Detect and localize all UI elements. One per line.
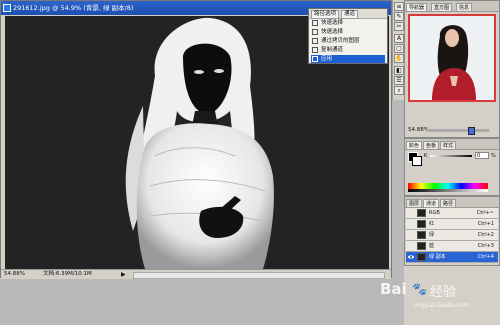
channel-name: 蓝 <box>429 243 435 249</box>
tool-button-4[interactable]: ▢ <box>394 44 404 53</box>
tool-button-6[interactable]: ◧ <box>394 66 404 75</box>
context-item-label: 快速选择 <box>321 29 344 35</box>
doc-info[interactable]: 文档:6.39M/10.1M <box>43 270 92 279</box>
context-item-label: 复制通道 <box>321 47 344 53</box>
apply-icon <box>312 56 318 62</box>
navigator-thumbnail[interactable] <box>408 14 496 102</box>
background-color-swatch[interactable] <box>412 156 422 166</box>
channel-row-red[interactable]: 红 Ctrl+1 <box>406 219 498 230</box>
context-item-apply[interactable]: 应用 <box>311 55 385 63</box>
tool-button-2[interactable]: ✂ <box>394 22 404 31</box>
channel-shortcut: Ctrl+2 <box>477 232 494 238</box>
layer-icon <box>312 38 318 44</box>
context-item-duplicate-channel[interactable]: 复制通道 <box>311 46 385 54</box>
color-unit: % <box>491 153 496 159</box>
context-item-label: 快速选择 <box>321 20 344 26</box>
watermark-brand: Bai <box>380 280 407 298</box>
color-panel: 颜色 色板 样式 K 0 % <box>404 138 500 196</box>
channels-tabs: 图层 通道 路径 <box>405 197 499 208</box>
tool-button-1[interactable]: ✎ <box>394 12 404 21</box>
visibility-eye-icon[interactable] <box>408 254 414 260</box>
photoshop-doc-icon <box>3 4 11 12</box>
color-tabs: 颜色 色板 样式 <box>405 139 499 150</box>
channel-row-rgb[interactable]: RGB Ctrl+~ <box>406 208 498 219</box>
right-panel-dock: 导航器 直方图 信息 54.88% 颜色 色板 样式 K 0 % 图层 通道 路… <box>404 0 500 325</box>
tool-button-8[interactable]: ⌕ <box>394 86 404 95</box>
channel-shortcut: Ctrl+3 <box>477 243 494 249</box>
channel-thumbnail <box>417 220 426 228</box>
watermark-suffix: 经验 <box>430 285 457 300</box>
wand-icon <box>312 29 318 35</box>
visibility-eye-icon[interactable] <box>408 210 414 216</box>
tab-paths[interactable]: 路径 <box>440 199 457 207</box>
visibility-eye-icon[interactable] <box>408 243 414 249</box>
navigator-zoom-slider[interactable] <box>427 129 489 132</box>
tab-layers[interactable]: 图层 <box>406 199 423 207</box>
channels-panel: 图层 通道 路径 RGB Ctrl+~ 红 Ctrl+1 绿 Ctrl+2 蓝 … <box>404 196 500 266</box>
color-channel-label: K <box>424 153 428 159</box>
navigator-slider-knob[interactable] <box>468 127 475 135</box>
tab-styles[interactable]: 样式 <box>440 141 457 149</box>
context-menu-header: 路径选项 通道 <box>309 9 387 19</box>
channel-row-blue[interactable]: 蓝 Ctrl+3 <box>406 241 498 252</box>
context-menu: 路径选项 通道 快速选择 快速选择 通过拷贝的图层 复制通道 应用 <box>308 8 388 64</box>
navigator-panel: 导航器 直方图 信息 54.88% <box>404 0 500 138</box>
tab-info[interactable]: 信息 <box>456 3 473 11</box>
color-value-field[interactable]: 0 <box>475 152 489 159</box>
tool-button-5[interactable]: ✋ <box>394 54 404 63</box>
tab-channels[interactable]: 通道 <box>423 199 440 207</box>
context-tab-1[interactable]: 通道 <box>341 10 359 19</box>
tool-button-0[interactable]: ≡ <box>394 2 404 11</box>
navigator-zoom-value[interactable]: 54.88% <box>408 127 429 133</box>
paw-icon: 🐾 <box>412 282 427 296</box>
channel-thumbnail <box>417 253 426 261</box>
document-title: 291612.jpg @ 54.9% (背景, 绿 副本/8) <box>13 4 134 12</box>
channel-icon <box>312 47 318 53</box>
tool-button-7[interactable]: ☰ <box>394 76 404 85</box>
visibility-eye-icon[interactable] <box>408 232 414 238</box>
tab-swatches[interactable]: 色板 <box>423 141 440 149</box>
tab-color[interactable]: 颜色 <box>406 141 423 149</box>
baidu-jingyan-watermark: Bai 🐾 经验 jingyan.baidu.com <box>378 280 500 312</box>
channel-thumbnail <box>417 242 426 250</box>
visibility-eye-icon[interactable] <box>408 221 414 227</box>
channel-shortcut: Ctrl+1 <box>477 221 494 227</box>
color-channel-slider[interactable] <box>430 155 472 157</box>
context-item-label: 通过拷贝的图层 <box>321 38 360 44</box>
wand-icon <box>312 20 318 26</box>
info-menu-arrow[interactable]: ▶ <box>121 270 126 279</box>
channel-shortcut: Ctrl+~ <box>476 210 494 216</box>
navigator-tabs: 导航器 直方图 信息 <box>405 1 499 12</box>
channel-name: 红 <box>429 221 435 227</box>
zoom-field[interactable]: 54.88% <box>4 270 25 279</box>
context-item-copy-layer[interactable]: 通过拷贝的图层 <box>311 37 385 45</box>
channel-name: 绿 副本 <box>429 254 446 260</box>
portrait-thumbnail <box>410 16 494 100</box>
context-item-quick-select[interactable]: 快速选择 <box>311 19 385 27</box>
channel-name: 绿 <box>429 232 435 238</box>
channel-row-green[interactable]: 绿 Ctrl+2 <box>406 230 498 241</box>
context-tab-0[interactable]: 路径选项 <box>311 10 340 19</box>
channel-shortcut: Ctrl+4 <box>477 254 494 260</box>
tab-histogram[interactable]: 直方图 <box>431 3 453 11</box>
tab-navigator[interactable]: 导航器 <box>406 3 428 11</box>
channel-thumbnail <box>417 231 426 239</box>
channel-name: RGB <box>429 210 440 216</box>
grayscale-ramp[interactable] <box>408 189 488 192</box>
context-item-label: 应用 <box>321 56 333 62</box>
channel-thumbnail <box>417 209 426 217</box>
horizontal-scrollbar[interactable] <box>133 272 385 279</box>
context-item-quick-select-2[interactable]: 快速选择 <box>311 28 385 36</box>
status-bar: 54.88% 文档:6.39M/10.1M ▶ <box>1 269 391 279</box>
channel-row-green-copy[interactable]: 绿 副本 Ctrl+4 <box>406 252 498 263</box>
tool-button-3[interactable]: A <box>394 34 404 43</box>
watermark-url: jingyan.baidu.com <box>414 302 470 309</box>
